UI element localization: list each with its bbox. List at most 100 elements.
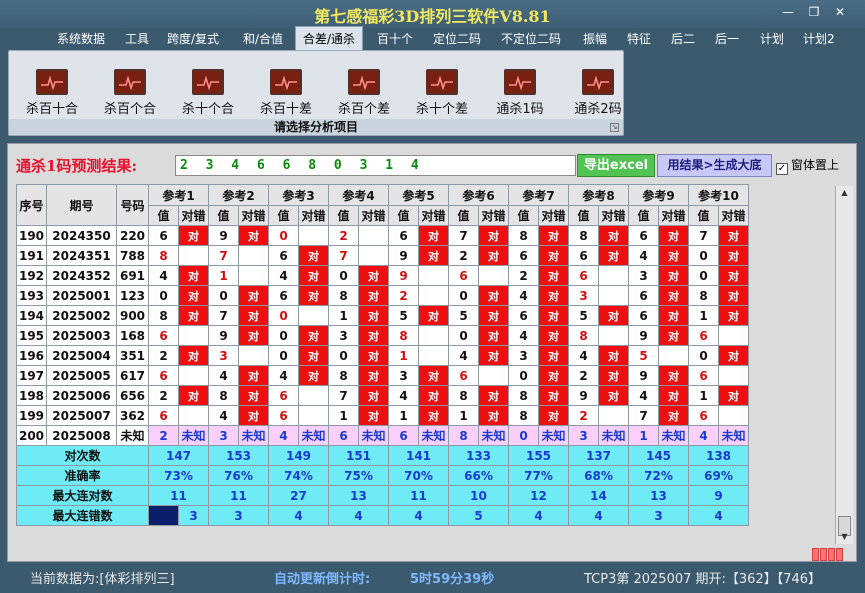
ribbon-button-1[interactable]: 杀百个合 (90, 65, 170, 117)
export-excel-button[interactable]: 导出excel (577, 154, 655, 177)
ref-value-cell: 1 (328, 405, 359, 426)
hit-cell: 对 (418, 385, 449, 406)
hit-cell: 对 (658, 325, 689, 346)
table-row[interactable]: 195 2025003 168 6 9 对 0 对 3 对 8 0 对 4 对 8 9 对 6 (16, 325, 749, 346)
generate-base-button[interactable]: 用结果>生成大底 (657, 154, 772, 177)
vertical-scrollbar[interactable]: ▲ ▼ (835, 186, 853, 544)
dialog-launcher-icon[interactable]: ↘ (610, 123, 619, 132)
close-icon[interactable]: ✕ (829, 4, 851, 20)
summary-label: 最大连错数 (16, 505, 149, 526)
table-row[interactable]: 197 2025005 617 6 4 对 4 对 8 对 3 对 6 0 对 2 对 9 对 6 (16, 365, 749, 386)
menu-item-8[interactable]: 振幅 (576, 28, 614, 50)
ribbon-button-label: 通杀2码 (574, 102, 622, 117)
ref-header: 参考8 (568, 184, 629, 206)
ref-header: 参考1 (148, 184, 209, 206)
table-row[interactable]: 190 2024350 220 6 对 9 对 0 2 6 对 7 对 8 对 8 对 6 对 7 对 (16, 225, 749, 246)
ref-value-cell: 1 (688, 385, 719, 406)
ref-value-cell: 6 (688, 365, 719, 386)
hit-cell: 对 (238, 325, 269, 346)
hit-cell: 对 (418, 405, 449, 426)
summary-value-cell: 14 (568, 485, 629, 506)
issue-cell: 2025005 (46, 365, 117, 386)
ribbon-button-label: 杀百十合 (25, 102, 78, 117)
ribbon-button-7[interactable]: 通杀2码 (558, 65, 638, 117)
miss-cell (298, 405, 329, 426)
ref-value-cell: 1 (388, 345, 419, 366)
menu-item-11[interactable]: 后一 (708, 28, 746, 50)
menu-item-4[interactable]: 合差/通杀 (295, 26, 364, 50)
chart-icon (504, 69, 536, 95)
prediction-result-field[interactable]: 2 3 4 6 6 8 0 3 1 4 (175, 155, 576, 176)
minimize-icon[interactable]: — (777, 4, 799, 20)
menu-item-1[interactable]: 工具 (118, 28, 156, 50)
restore-icon[interactable]: ❐ (803, 4, 825, 20)
issue-cell: 2024351 (46, 245, 117, 266)
ref-value-cell: 8 (148, 245, 179, 266)
miss-cell (718, 405, 749, 426)
menu-item-10[interactable]: 后二 (664, 28, 702, 50)
table-row[interactable]: 192 2024352 691 4 对 1 4 对 0 对 9 6 2 对 6 3 对 0 对 (16, 265, 749, 286)
ref-value-cell: 6 (268, 405, 299, 426)
menu-item-3[interactable]: 和/合值 (236, 28, 290, 50)
menu-item-2[interactable]: 跨度/复式 (160, 28, 226, 50)
menu-item-13[interactable]: 计划2 (796, 28, 842, 50)
issue-cell: 2025008 (46, 425, 117, 446)
ribbon-button-0[interactable]: 杀百十合 (12, 65, 92, 117)
scroll-down-icon[interactable]: ▼ (838, 531, 851, 543)
pending-row[interactable]: 200 2025008 未知 2 未知 3 未知 4 未知 6 未知 6 未知 8 未知 0 未知 3 未知 1 未知 4… (16, 425, 749, 446)
table-row[interactable]: 191 2024351 788 8 7 6 对 7 9 对 2 对 6 对 6 对 4 对 0 对 (16, 245, 749, 266)
ref-value-cell: 8 (208, 385, 239, 406)
issue-cell: 2025001 (46, 285, 117, 306)
summary-value-cell: 9 (688, 485, 749, 506)
ref-value-cell: 9 (208, 325, 239, 346)
menu-item-9[interactable]: 特征 (620, 28, 658, 50)
miss-cell (718, 325, 749, 346)
ref-value-cell: 9 (208, 225, 239, 246)
menu-item-7[interactable]: 不定位二码 (494, 28, 568, 50)
ref-value-cell: 0 (688, 265, 719, 286)
predicted-value-cell: 4 (688, 425, 719, 446)
hit-cell: 对 (418, 225, 449, 246)
menu-item-6[interactable]: 定位二码 (426, 28, 488, 50)
miss-cell (598, 265, 629, 286)
predicted-value-cell: 4 (268, 425, 299, 446)
ribbon-button-3[interactable]: 杀百十差 (246, 65, 326, 117)
predicted-value-cell: 6 (388, 425, 419, 446)
hit-cell: 对 (598, 305, 629, 326)
ribbon-button-5[interactable]: 杀十个差 (402, 65, 482, 117)
table-row[interactable]: 193 2025001 123 0 对 0 对 6 对 8 对 2 0 对 4 对 3 6 对 8 对 (16, 285, 749, 306)
miss-cell (178, 405, 209, 426)
table-row[interactable]: 194 2025002 900 8 对 7 对 0 1 对 5 对 5 对 6 对 5 对 6 对 1 对 (16, 305, 749, 326)
window-topmost-checkbox[interactable]: ✓ 窗体置上 (776, 156, 839, 175)
table-row[interactable]: 196 2025004 351 2 对 3 0 对 0 对 1 4 对 3 对 4 对 5 0 对 (16, 345, 749, 366)
menu-item-0[interactable]: 系统数据 (50, 28, 112, 50)
value-header: 值 (328, 205, 359, 226)
hit-cell: 对 (238, 305, 269, 326)
menu-item-5[interactable]: 百十个 (370, 28, 420, 50)
ribbon-button-4[interactable]: 杀百个差 (324, 65, 404, 117)
hit-cell: 对 (238, 285, 269, 306)
hit-cell: 对 (538, 385, 569, 406)
summary-value-cell: 4 (388, 505, 449, 526)
hit-cell: 对 (658, 265, 689, 286)
summary-value-cell: 3 (208, 505, 269, 526)
ref-value-cell: 8 (688, 285, 719, 306)
summary-value-cell: 153 (208, 445, 269, 466)
ref-value-cell: 7 (328, 385, 359, 406)
scroll-up-icon[interactable]: ▲ (838, 187, 851, 199)
hit-cell: 对 (358, 305, 389, 326)
table-row[interactable]: 198 2025006 656 2 对 8 对 6 7 对 4 对 8 对 8 对 9 对 4 对 1 对 (16, 385, 749, 406)
ribbon-button-6[interactable]: 通杀1码 (480, 65, 560, 117)
seq-cell: 191 (16, 245, 47, 266)
checkbox-icon[interactable]: ✓ (776, 163, 788, 175)
ribbon-button-2[interactable]: 杀十个合 (168, 65, 248, 117)
hit-cell: 对 (718, 345, 749, 366)
hit-cell: 对 (298, 245, 329, 266)
summary-value-cell: 75% (328, 465, 389, 486)
table-row[interactable]: 199 2025007 362 6 4 对 6 1 对 1 对 1 对 8 对 2 7 对 6 (16, 405, 749, 426)
menu-item-12[interactable]: 计划 (753, 28, 791, 50)
ref-value-cell: 2 (568, 365, 599, 386)
summary-spacer-cell (148, 505, 179, 526)
hit-cell: 对 (178, 305, 209, 326)
summary-value-cell: 133 (448, 445, 509, 466)
